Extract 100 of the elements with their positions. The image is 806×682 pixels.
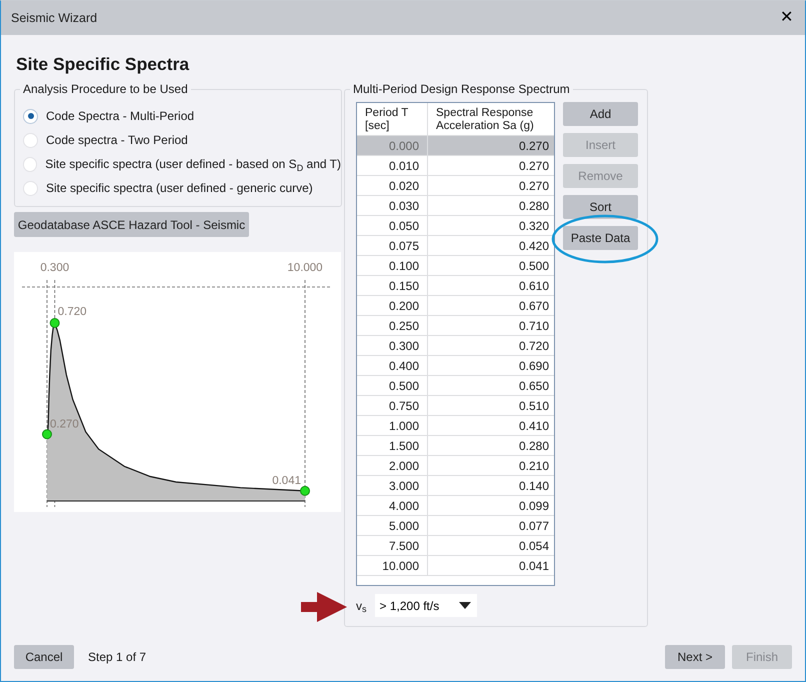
table-row[interactable]: 0.020 0.270 — [357, 176, 554, 196]
table-cell: 2.000 — [357, 456, 428, 476]
table-cell: 0.200 — [357, 296, 428, 316]
table-cell-text: 0.054 — [518, 538, 550, 556]
table-cell-text: 0.210 — [518, 458, 550, 476]
table-cell: 0.010 — [357, 156, 428, 176]
table-cell-text: 0.041 — [518, 558, 550, 576]
table-cell-text: 0.270 — [518, 178, 550, 196]
table-cell: 0.750 — [357, 396, 428, 416]
table-cell: 0.020 — [357, 176, 428, 196]
table-cell-text: 0.410 — [518, 418, 550, 436]
table-row[interactable]: 0.150 0.610 — [357, 276, 554, 296]
point-label: 0.270 — [50, 418, 79, 430]
action-button[interactable]: Sort — [563, 195, 638, 220]
table-cell: 0.030 — [357, 196, 428, 216]
tick-label: 0.300 — [40, 262, 70, 274]
hazard-tool-button[interactable]: Geodatabase ASCE Hazard Tool - Seismic — [14, 212, 249, 238]
table-cell: 0.100 — [357, 256, 428, 276]
table-cell-text: 0.510 — [518, 398, 550, 416]
table-row[interactable]: 0.250 0.710 — [357, 316, 554, 336]
table-cell-text: 0.270 — [518, 158, 550, 176]
table-cell-text: 0.280 — [518, 198, 550, 216]
arrow-icon — [301, 592, 347, 622]
action-button[interactable]: Paste Data — [563, 226, 638, 250]
nav-button[interactable]: Next > — [665, 645, 725, 669]
table-cell-text: 0.720 — [518, 338, 550, 356]
table-cell: 0.150 — [357, 276, 428, 296]
table-cell-text: 0.280 — [518, 438, 550, 456]
table-cell-text: 0.077 — [518, 518, 550, 536]
radio-button[interactable] — [23, 132, 38, 148]
option-label[interactable]: Site specific spectra (user defined - based on S$_{D}$ and T) — [45, 155, 341, 174]
table-row[interactable]: 0.030 0.280 — [357, 196, 554, 216]
cancel-button[interactable]: Cancel — [14, 645, 74, 669]
close-button[interactable]: ✕ — [778, 10, 795, 26]
vs-label: v$_{s}$ — [356, 598, 366, 615]
point-label: 0.720 — [58, 306, 87, 318]
table-cell: 7.500 — [357, 536, 428, 556]
column-header: Spectral Response Acceleration Sa (g) — [435, 106, 535, 134]
table-row[interactable]: 2.000 0.210 — [357, 456, 554, 476]
table-row[interactable]: 0.400 0.690 — [357, 356, 554, 376]
control-point[interactable] — [42, 430, 52, 440]
radio-button[interactable] — [23, 108, 38, 124]
table-cell: 0.050 — [357, 216, 428, 236]
table-cell: 5.000 — [357, 516, 428, 536]
table-cell-text: 0.270 — [518, 138, 550, 156]
table-cell: 10.000 — [357, 556, 428, 576]
table-row[interactable]: 0.750 0.510 — [357, 396, 554, 416]
table-cell: 0.075 — [357, 236, 428, 256]
point-label: 0.041 — [272, 475, 301, 488]
table-row[interactable]: 0.000 0.270 — [357, 136, 554, 156]
table-cell-text: 0.099 — [518, 498, 550, 516]
table-cell: 0.000 — [357, 136, 428, 156]
table-cell: 0.250 — [357, 316, 428, 336]
table-row[interactable]: 0.075 0.420 — [357, 236, 554, 256]
table-row[interactable]: 0.200 0.670 — [357, 296, 554, 316]
option-label[interactable]: Site specific spectra (user defined - generic curve) — [46, 179, 313, 198]
table-row[interactable]: 1.500 0.280 — [357, 436, 554, 456]
control-point[interactable] — [300, 486, 310, 496]
table-cell-text: 0.610 — [518, 278, 550, 296]
table-cell: 1.500 — [357, 436, 428, 456]
table-cell: 0.400 — [357, 356, 428, 376]
table-cell: 0.500 — [357, 376, 428, 396]
page-heading: Site Specific Spectra — [16, 53, 190, 76]
table-cell-text: 0.140 — [518, 478, 550, 496]
radio-button[interactable] — [23, 180, 38, 196]
window-title: Seismic Wizard — [11, 10, 98, 27]
table-cell-text: 0.710 — [518, 318, 550, 336]
radio-button[interactable] — [23, 156, 38, 172]
table-cell: 4.000 — [357, 496, 428, 516]
tick-label: 10.000 — [287, 262, 323, 274]
table-cell-text: 0.650 — [518, 378, 550, 396]
table-cell-text: 0.320 — [518, 218, 550, 236]
column-header: Period T [sec] — [357, 103, 428, 136]
table-row[interactable]: 4.000 0.099 — [357, 496, 554, 516]
step-label: Step 1 of 7 — [88, 649, 146, 666]
table-cell-text: 0.500 — [518, 258, 550, 276]
table-row[interactable]: 0.100 0.500 — [357, 256, 554, 276]
group-title: Analysis Procedure to be Used — [20, 81, 191, 98]
table-cell: 1.000 — [357, 416, 428, 436]
table-row[interactable]: 0.300 0.720 — [357, 336, 554, 356]
table-row[interactable]: 3.000 0.140 — [357, 476, 554, 496]
table-cell-text: 0.690 — [518, 358, 550, 376]
option-label[interactable]: Code Spectra - Multi-Period — [46, 107, 194, 126]
option-label[interactable]: Code spectra - Two Period — [46, 131, 188, 150]
table-cell: 0.300 — [357, 336, 428, 356]
control-point[interactable] — [50, 318, 60, 328]
table-row[interactable]: 0.500 0.650 — [357, 376, 554, 396]
group-title: Multi-Period Design Response Spectrum — [350, 81, 573, 98]
action-button[interactable]: Add — [563, 102, 638, 126]
table-cell-text: 0.670 — [518, 298, 550, 316]
table-row[interactable]: 7.500 0.054 — [357, 536, 554, 556]
table-row[interactable]: 0.050 0.320 — [357, 216, 554, 236]
table-row[interactable]: 0.010 0.270 — [357, 156, 554, 176]
table-row[interactable]: 5.000 0.077 — [357, 516, 554, 536]
table-row[interactable]: 10.000 0.041 — [357, 556, 554, 576]
table-cell-text: 0.420 — [518, 238, 550, 256]
table-cell: 3.000 — [357, 476, 428, 496]
table-row[interactable]: 1.000 0.410 — [357, 416, 554, 436]
caret-icon — [458, 602, 470, 610]
vs-dropdown[interactable]: > 1,200 ft/s — [374, 594, 476, 618]
